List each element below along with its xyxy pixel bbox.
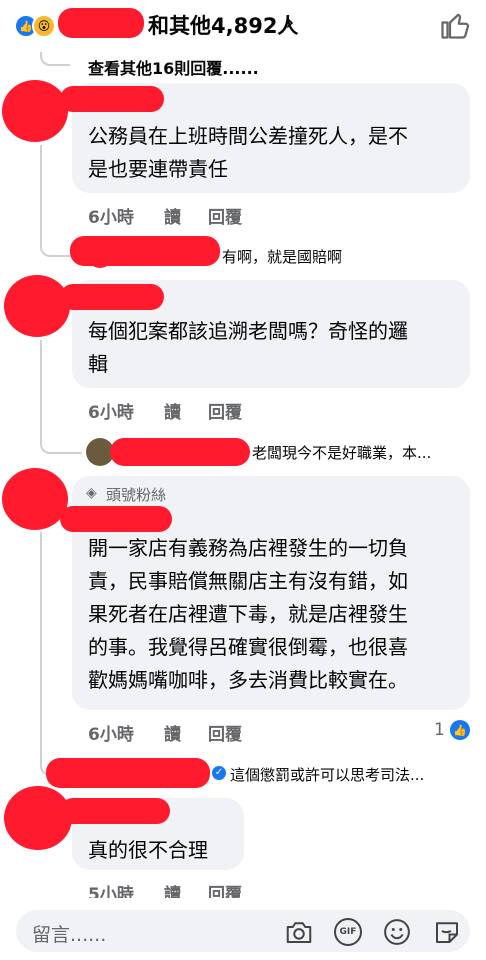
reply-button[interactable]: 回覆 bbox=[208, 203, 242, 228]
comment-text-line: 真的很不合理 bbox=[88, 838, 208, 862]
reactors-count: 和其他4,892人 bbox=[148, 14, 299, 38]
reply-preview[interactable]: 有啊，就是國賠啊 bbox=[222, 246, 342, 267]
thumb-up-icon[interactable] bbox=[440, 10, 470, 40]
comment-text-line: 果死者在店裡遭下毒，就是店裡發生 bbox=[88, 602, 408, 626]
view-more-replies-link[interactable]: 查看其他16則回覆...... bbox=[88, 55, 259, 79]
comment-text-line: 公務員在上班時間公差撞死人，是不 bbox=[88, 124, 408, 148]
comment-time[interactable]: 6小時 bbox=[88, 203, 134, 228]
avatar[interactable] bbox=[2, 80, 68, 142]
reply-preview[interactable]: 這個懲罰或許可以思考司法... bbox=[230, 764, 424, 785]
redacted-name bbox=[70, 236, 220, 266]
thread-line bbox=[40, 340, 82, 454]
comment-text-line: 輯 bbox=[88, 352, 108, 376]
reply-button[interactable]: 回覆 bbox=[208, 398, 242, 423]
avatar[interactable] bbox=[4, 275, 70, 337]
top-fan-badge: 頭號粉絲 bbox=[106, 486, 167, 504]
emoji-icon[interactable] bbox=[382, 917, 412, 947]
comment-text-line: 每個犯案都該追溯老闆嗎？奇怪的邏 bbox=[88, 319, 408, 343]
thread-line bbox=[40, 52, 70, 66]
camera-icon[interactable] bbox=[284, 917, 314, 947]
like-reaction-icon[interactable]: 👍 bbox=[450, 720, 470, 740]
diamond-icon: ◈ bbox=[86, 485, 97, 501]
comment-text-line: 是也要連帶責任 bbox=[88, 157, 228, 181]
redacted-name bbox=[60, 86, 164, 112]
redacted-name bbox=[58, 8, 144, 38]
comment-time[interactable]: 6小時 bbox=[88, 720, 134, 745]
comment-text-line: 的事。我覺得呂確實很倒霉，也很喜 bbox=[88, 635, 408, 659]
redacted-name bbox=[60, 284, 164, 310]
chevron-right-icon[interactable]: › bbox=[285, 8, 295, 36]
gif-icon[interactable]: GIF bbox=[334, 918, 362, 946]
redacted-name bbox=[46, 758, 210, 788]
reactions-header[interactable]: 👍 😮 和其他4,892人 › bbox=[0, 0, 486, 52]
like-count: 1 bbox=[434, 720, 445, 740]
comment-time[interactable]: 6小時 bbox=[88, 398, 134, 423]
read-button[interactable]: 讀 bbox=[164, 720, 181, 745]
verified-badge-icon: ✓ bbox=[212, 766, 226, 780]
redacted-name bbox=[110, 438, 250, 466]
comment-input-placeholder: 留言...... bbox=[32, 924, 107, 946]
comment-text-line: 責，民事賠償無關店主有沒有錯，如 bbox=[88, 569, 408, 593]
comment-text-line: 歡媽媽嘴咖啡，多去消費比較實在。 bbox=[88, 668, 408, 692]
avatar[interactable] bbox=[2, 468, 68, 530]
redacted-name bbox=[60, 506, 172, 532]
wow-reaction-icon: 😮 bbox=[32, 14, 56, 38]
redacted-name bbox=[60, 798, 170, 824]
read-button[interactable]: 讀 bbox=[164, 398, 181, 423]
thread-line bbox=[40, 532, 82, 776]
sticker-icon[interactable] bbox=[432, 917, 462, 947]
reply-preview[interactable]: 老闆現今不是好職業，本... bbox=[252, 442, 431, 463]
comment-text-line: 開一家店有義務為店裡發生的一切負 bbox=[88, 536, 408, 560]
reply-button[interactable]: 回覆 bbox=[208, 720, 242, 745]
read-button[interactable]: 讀 bbox=[164, 203, 181, 228]
